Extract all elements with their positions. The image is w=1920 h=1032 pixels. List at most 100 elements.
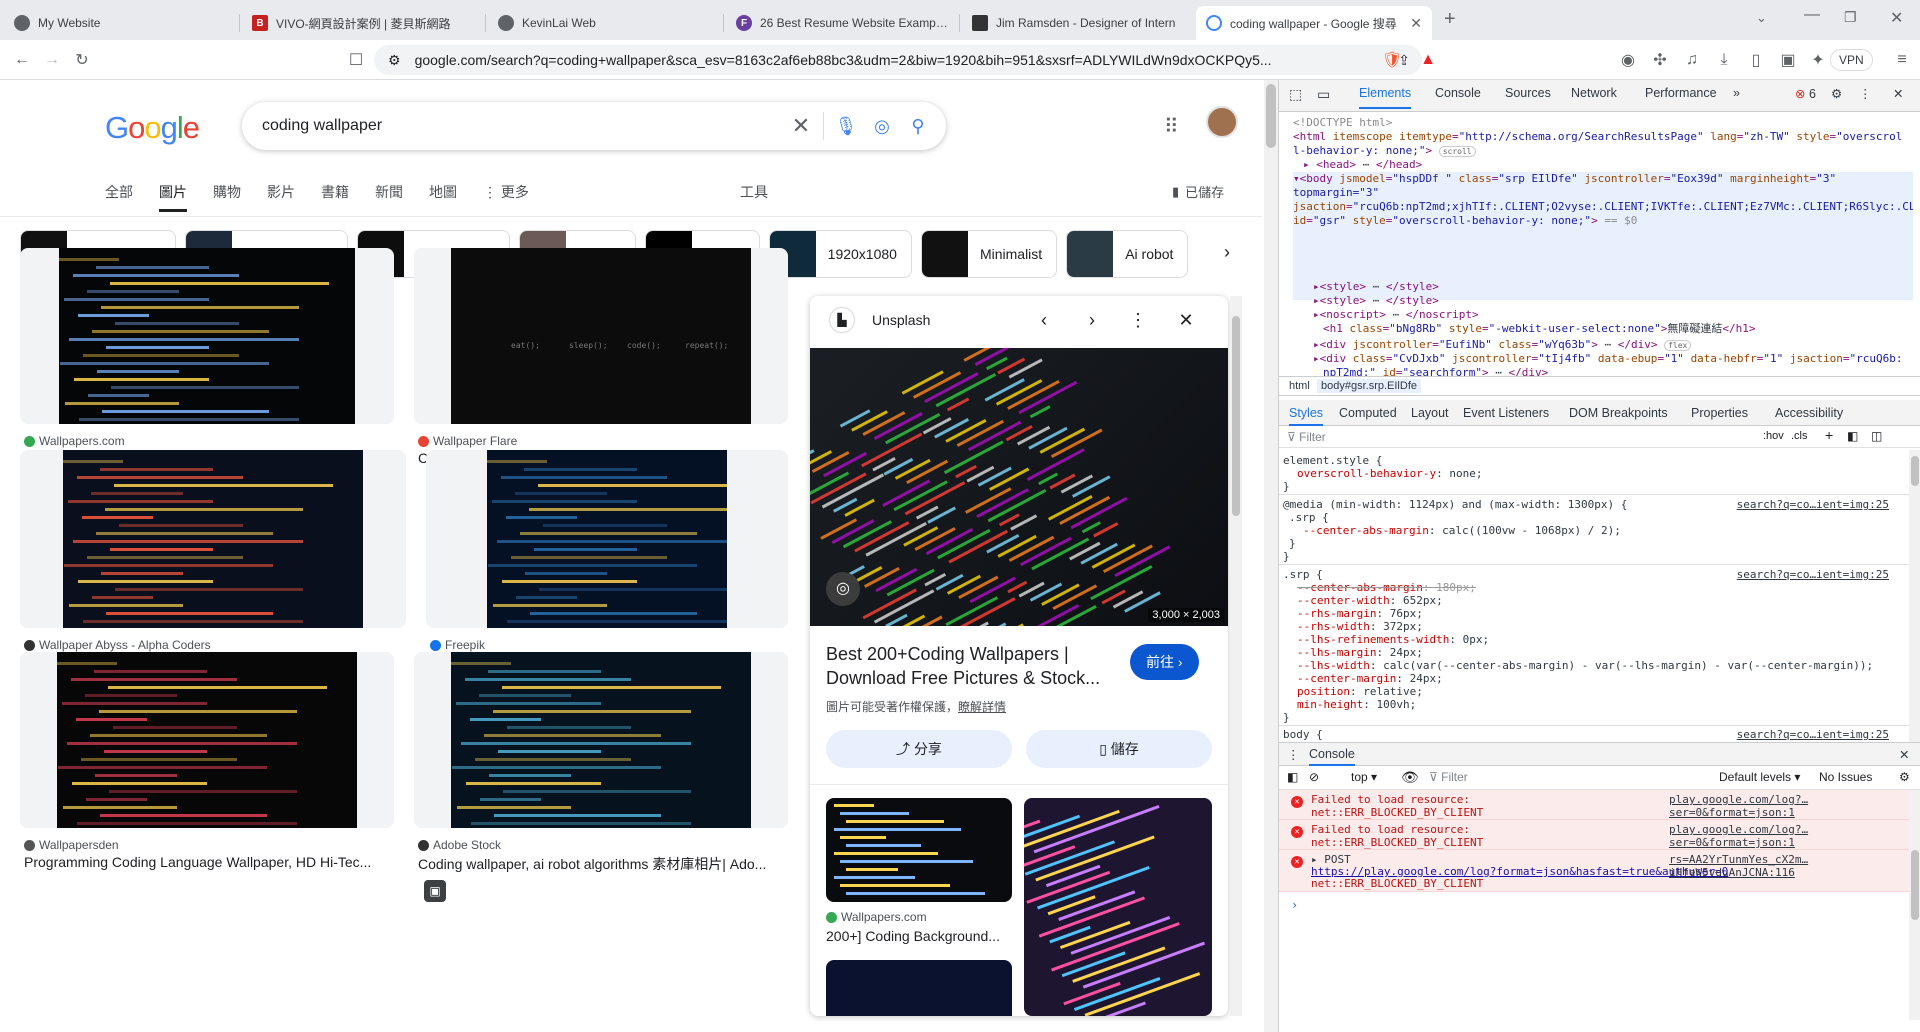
tab-styles[interactable]: Styles	[1289, 406, 1324, 426]
more-options-icon[interactable]: ⋮	[1120, 302, 1156, 338]
google-logo[interactable]: Google	[105, 110, 200, 146]
toggle-sidebar-icon[interactable]: ◫	[1871, 429, 1882, 443]
related-image[interactable]	[826, 960, 1012, 1016]
result-thumbnail[interactable]	[20, 652, 394, 828]
result-source[interactable]: Wallpapers.com	[24, 434, 125, 448]
more-tabs-icon[interactable]: »	[1733, 86, 1740, 100]
context-select[interactable]: top ▾	[1351, 770, 1377, 784]
sidebar-icon[interactable]: ▯	[1744, 48, 1768, 72]
hov-toggle[interactable]: :hov	[1763, 430, 1784, 442]
computed-styles-icon[interactable]: ◧	[1847, 429, 1858, 443]
error-source-link[interactable]: play.google.com/log?…ser=0&format=json:1	[1669, 793, 1920, 819]
brave-rewards-icon[interactable]: ▲	[1416, 48, 1440, 72]
bookmark-icon[interactable]: ☐	[344, 48, 368, 72]
source-link[interactable]: search?q=co…ient=img:25	[1737, 568, 1889, 581]
new-tab-button[interactable]: +	[1444, 8, 1456, 31]
learn-more-link[interactable]: 瞭解詳情	[958, 700, 1006, 714]
tab-news[interactable]: 新聞	[375, 182, 403, 212]
apps-grid-icon[interactable]: ⠿	[1164, 114, 1179, 139]
console-filter-input[interactable]: ⊽ Filter	[1429, 770, 1629, 784]
leo-ai-icon[interactable]: ✦	[1806, 48, 1830, 72]
voice-search-icon[interactable]: 🎙	[828, 108, 864, 144]
minimize-button[interactable]: —	[1804, 6, 1820, 24]
device-toolbar-icon[interactable]: ▭	[1317, 86, 1330, 103]
preview-scrollbar[interactable]	[1230, 296, 1242, 1016]
chip-1920x1080[interactable]: 1920x1080	[768, 230, 912, 278]
save-button[interactable]: ▯ 儲存	[1026, 730, 1212, 768]
search-icon[interactable]: ⚲	[900, 108, 936, 144]
error-source-link[interactable]: rs=AA2YrTunmYes_cX2m…iHfeW5vduAnJCNA:116	[1669, 853, 1920, 879]
clear-console-icon[interactable]: ⊘	[1309, 770, 1319, 784]
console-sidebar-icon[interactable]: ◧	[1287, 770, 1298, 784]
result-thumbnail[interactable]	[20, 248, 394, 424]
tab-videos[interactable]: 影片	[267, 182, 295, 212]
console-settings-icon[interactable]: ⚙	[1899, 770, 1910, 784]
chevron-right-icon[interactable]: ›	[1224, 242, 1230, 263]
reload-icon[interactable]: ↻	[70, 48, 94, 72]
tab-event-listeners[interactable]: Event Listeners	[1463, 406, 1549, 420]
result-title[interactable]: Programming Coding Language Wallpaper, H…	[24, 854, 392, 870]
preview-title[interactable]: Best 200+Coding Wallpapers | Download Fr…	[826, 642, 1116, 690]
tab-elements[interactable]: Elements	[1359, 86, 1412, 109]
tab-dom-breakpoints[interactable]: DOM Breakpoints	[1569, 406, 1668, 420]
tab-network[interactable]: Network	[1571, 86, 1617, 100]
error-source-link[interactable]: play.google.com/log?…ser=0&format=json:1	[1669, 823, 1920, 849]
close-icon[interactable]: ✕	[1168, 302, 1204, 338]
visit-button[interactable]: 前往 ›	[1130, 644, 1199, 680]
chip-minimalist[interactable]: Minimalist	[920, 230, 1058, 278]
close-window-button[interactable]: ✕	[1890, 8, 1903, 28]
related-image[interactable]	[1024, 798, 1212, 1016]
result-source[interactable]: Adobe Stock	[418, 838, 501, 852]
extension-icon[interactable]: ◉	[1616, 48, 1640, 72]
source-link[interactable]: search?q=co…ient=img:25	[1737, 498, 1889, 511]
site-info-icon[interactable]: ⚙	[388, 52, 401, 69]
styles-filter-input[interactable]: ⊽ Filter	[1287, 430, 1707, 444]
console-error[interactable]: ✕ ▸ POST https://play.google.com/log?for…	[1279, 850, 1920, 892]
cls-toggle[interactable]: .cls	[1791, 430, 1808, 442]
previous-icon[interactable]: ‹	[1026, 302, 1062, 338]
console-prompt[interactable]: ›	[1291, 898, 1298, 912]
drawer-menu-icon[interactable]: ⋮	[1287, 747, 1300, 762]
search-input[interactable]: coding wallpaper	[262, 117, 783, 135]
tab-accessibility[interactable]: Accessibility	[1775, 406, 1843, 420]
styles-scrollbar[interactable]	[1909, 450, 1920, 742]
preview-source[interactable]: Unsplash	[872, 312, 930, 328]
forward-icon[interactable]: →	[40, 48, 64, 72]
music-icon[interactable]: ♫	[1680, 48, 1704, 72]
console-error[interactable]: ✕ Failed to load resource: net::ERR_BLOC…	[1279, 820, 1920, 850]
tab-performance[interactable]: Performance	[1645, 86, 1717, 100]
share-button[interactable]: ⤴ 分享	[826, 730, 1012, 768]
restore-button[interactable]: ❐	[1844, 9, 1857, 26]
inspect-icon[interactable]: ⬚	[1289, 86, 1302, 103]
wallet-icon[interactable]: ▣	[1776, 48, 1800, 72]
back-icon[interactable]: ←	[10, 48, 34, 72]
tab-maps[interactable]: 地圖	[429, 182, 457, 212]
source-link[interactable]: search?q=co…ient=img:25	[1737, 728, 1889, 741]
breadcrumb-html[interactable]: html	[1289, 380, 1310, 392]
preview-image[interactable]	[810, 348, 1228, 626]
close-drawer-icon[interactable]: ✕	[1899, 747, 1909, 762]
result-source[interactable]: Wallpaper Abyss - Alpha Coders	[24, 638, 211, 652]
tab-all[interactable]: 全部	[105, 182, 133, 212]
browser-tab[interactable]: B VIVO-網頁設計案例 | 菱貝斯網路	[242, 6, 484, 40]
browser-tab[interactable]: F 26 Best Resume Website Examples	[726, 6, 958, 40]
search-box[interactable]: coding wallpaper ✕ 🎙 ◎ ⚲	[242, 102, 946, 150]
saved-button[interactable]: ▮ 已儲存	[1172, 182, 1224, 201]
result-thumbnail[interactable]	[426, 450, 788, 628]
result-thumbnail[interactable]	[20, 450, 406, 628]
tab-books[interactable]: 書籍	[321, 182, 349, 212]
result-thumbnail[interactable]: eat(); sleep(); code(); repeat();	[414, 248, 788, 424]
puzzle-icon[interactable]: ✣	[1648, 48, 1672, 72]
lens-icon[interactable]: ◎	[864, 108, 900, 144]
more-options-icon[interactable]: ⋮	[1859, 86, 1872, 101]
chip-ai-robot[interactable]: Ai robot	[1066, 230, 1189, 278]
result-source[interactable]: Wallpaper Flare	[418, 434, 517, 448]
close-devtools-icon[interactable]: ✕	[1893, 86, 1903, 101]
browser-tab-active[interactable]: coding wallpaper - Google 搜尋 ✕	[1196, 6, 1432, 40]
browser-tab[interactable]: My Website	[4, 6, 238, 40]
tab-properties[interactable]: Properties	[1691, 406, 1748, 420]
live-expression-icon[interactable]: 👁	[1401, 769, 1419, 786]
console-drawer-tab[interactable]: Console	[1309, 747, 1355, 766]
lens-search-icon[interactable]: ◎	[826, 572, 860, 606]
result-source[interactable]: Freepik	[430, 638, 485, 652]
